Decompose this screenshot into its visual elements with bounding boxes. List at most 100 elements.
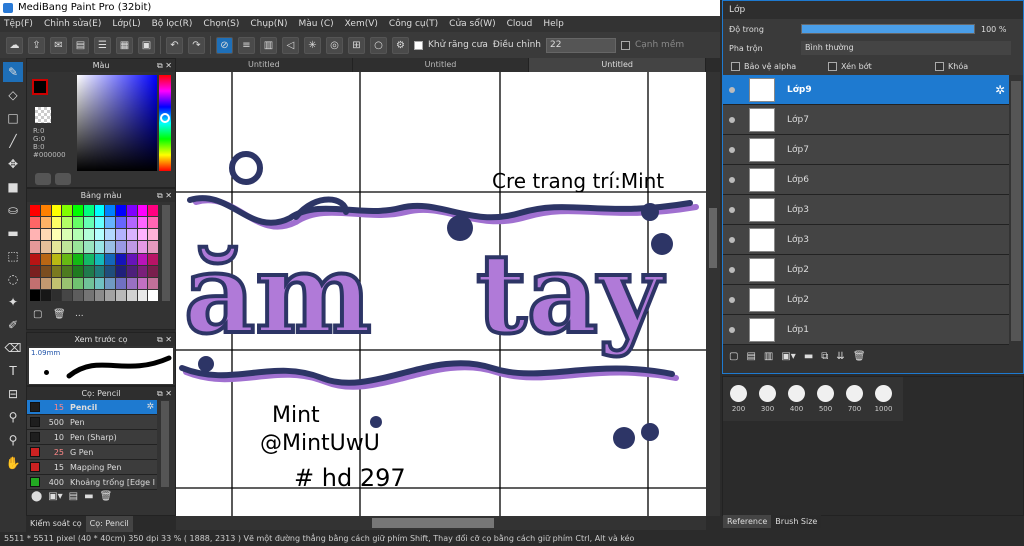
soft-edge-checkbox[interactable] <box>620 40 630 50</box>
redo-icon[interactable]: ↷ <box>188 36 205 54</box>
palette-swatch[interactable] <box>105 289 115 301</box>
brush-tool-icon[interactable]: ✎ <box>3 62 23 82</box>
palette-swatch[interactable] <box>137 205 148 217</box>
palette-delete-icon[interactable]: 🗑 <box>53 309 66 320</box>
brush-folder-icon[interactable]: ▬ <box>84 491 93 502</box>
layer-row[interactable]: Lớp2 <box>723 255 1009 285</box>
chat-icon[interactable]: ✉ <box>50 36 67 54</box>
palette-swatch[interactable] <box>51 205 62 217</box>
palette-more[interactable]: ... <box>75 309 84 319</box>
brush-item-mapping-pen[interactable]: 15 Mapping Pen <box>27 460 157 475</box>
palette-swatch[interactable] <box>62 205 72 217</box>
palette-swatch[interactable] <box>116 265 126 277</box>
layer-list-scrollbar[interactable] <box>1011 81 1021 341</box>
palette-swatch[interactable] <box>137 217 148 229</box>
palette-swatch[interactable] <box>83 205 94 217</box>
move-tool-icon[interactable]: ✥ <box>3 154 23 174</box>
layer-row[interactable]: Lớp1 <box>723 315 1009 345</box>
brush-delete-icon[interactable]: 🗑 <box>100 491 113 502</box>
page-icon[interactable]: ▣ <box>138 36 155 54</box>
palette-swatch[interactable] <box>62 217 72 229</box>
brush-menu-icon[interactable]: ▣▾ <box>48 491 62 502</box>
palette-swatch[interactable] <box>126 229 137 241</box>
palette-swatch[interactable] <box>137 253 148 265</box>
palette-swatch[interactable] <box>62 241 72 253</box>
visibility-icon[interactable] <box>729 236 735 243</box>
duplicate-layer-icon[interactable]: ⧉ <box>821 351 828 362</box>
palette-scrollbar[interactable] <box>162 205 170 301</box>
palette-swatch[interactable] <box>62 277 72 289</box>
visibility-icon[interactable] <box>729 176 735 183</box>
palette-swatch[interactable] <box>94 241 105 253</box>
brush-size-option[interactable]: 300 <box>758 385 777 421</box>
palette-swatch[interactable] <box>40 265 51 277</box>
primary-color-swatch[interactable] <box>32 79 48 95</box>
palette-swatch[interactable] <box>51 241 62 253</box>
menu-cloud[interactable]: Cloud <box>507 19 533 29</box>
layer-row[interactable]: Lớp3 <box>723 195 1009 225</box>
palette-swatch[interactable] <box>126 241 137 253</box>
palette-swatch[interactable] <box>105 265 115 277</box>
palette-swatch[interactable] <box>116 217 126 229</box>
canvas-vscrollbar[interactable] <box>706 72 720 516</box>
layer-row[interactable]: Lớp7 <box>723 105 1009 135</box>
palette-swatch[interactable] <box>83 289 94 301</box>
layer-settings-icon[interactable]: ✲ <box>995 83 1005 97</box>
palette-swatch[interactable] <box>40 253 51 265</box>
panel-close-icon[interactable]: ⧉ ✕ <box>157 387 172 400</box>
select-pen-icon[interactable]: ✐ <box>3 315 23 335</box>
palette-swatch[interactable] <box>126 289 137 301</box>
eyedropper-tool-icon[interactable]: ⚲ <box>3 407 23 427</box>
tab-untitled-1[interactable]: Untitled <box>176 58 353 72</box>
menu-help[interactable]: Help <box>543 19 564 29</box>
tab-brush-control[interactable]: Kiểm soát cọ <box>26 516 86 532</box>
palette-swatch[interactable] <box>83 277 94 289</box>
palette-swatch[interactable] <box>94 265 105 277</box>
brush-add-icon[interactable]: ⬤ <box>31 491 42 502</box>
palette-swatch[interactable] <box>62 265 72 277</box>
tab-untitled-2[interactable]: Untitled <box>353 58 530 72</box>
lasso-tool-icon[interactable]: ◌ <box>3 269 23 289</box>
palette-swatch[interactable] <box>51 253 62 265</box>
divide-tool-icon[interactable]: ⊟ <box>3 384 23 404</box>
palette-swatch[interactable] <box>116 289 126 301</box>
tab-brush-pencil[interactable]: Cọ: Pencil <box>85 516 133 532</box>
palette-swatch[interactable] <box>126 265 137 277</box>
palette-swatch[interactable] <box>94 217 105 229</box>
gradient-tool-icon[interactable]: ▬ <box>3 223 23 243</box>
palette-swatch[interactable] <box>62 253 72 265</box>
palette-swatch[interactable] <box>116 229 126 241</box>
palette-swatch[interactable] <box>105 205 115 217</box>
brush-item-pen[interactable]: 500 Pen <box>27 415 157 430</box>
antialias-checkbox[interactable] <box>414 40 423 50</box>
new-folder-icon[interactable]: ▬ <box>804 351 813 362</box>
palette-swatch[interactable] <box>94 229 105 241</box>
eraser-tool-icon[interactable]: ◇ <box>3 85 23 105</box>
visibility-icon[interactable] <box>729 116 735 123</box>
layer-row[interactable]: Lớp6 <box>723 165 1009 195</box>
document-icon[interactable]: ▤ <box>72 36 89 54</box>
clipping-checkbox[interactable] <box>828 61 837 71</box>
palette-swatch[interactable] <box>51 289 62 301</box>
cloud-icon[interactable]: ☁ <box>6 36 23 54</box>
brush-size-option[interactable]: 500 <box>816 385 835 421</box>
palette-swatch[interactable] <box>30 277 40 289</box>
palette-swatch[interactable] <box>137 241 148 253</box>
palette-swatch[interactable] <box>40 217 51 229</box>
menu-color[interactable]: Màu (C) <box>299 19 334 29</box>
drawing-canvas[interactable]: ăm tay Cre trang trí:Mint Mint @MintUwU … <box>176 72 706 516</box>
palette-swatch[interactable] <box>51 229 62 241</box>
hand-tool-icon[interactable]: ✋ <box>3 453 23 473</box>
brush-list-scrollbar[interactable] <box>161 401 169 487</box>
palette-swatch[interactable] <box>94 253 105 265</box>
merge-layer-icon[interactable]: ⇊ <box>836 351 844 362</box>
palette-swatch[interactable] <box>83 241 94 253</box>
layer-row[interactable]: Lớp7 <box>723 135 1009 165</box>
palette-swatch[interactable] <box>30 217 40 229</box>
layer-row[interactable]: Lớp3 <box>723 225 1009 255</box>
palette-swatch[interactable] <box>116 241 126 253</box>
palette-swatch[interactable] <box>73 289 83 301</box>
settings-icon[interactable]: ⚙ <box>392 36 409 54</box>
palette-swatch[interactable] <box>40 229 51 241</box>
panel-close-icon[interactable]: ⧉ ✕ <box>157 333 172 346</box>
